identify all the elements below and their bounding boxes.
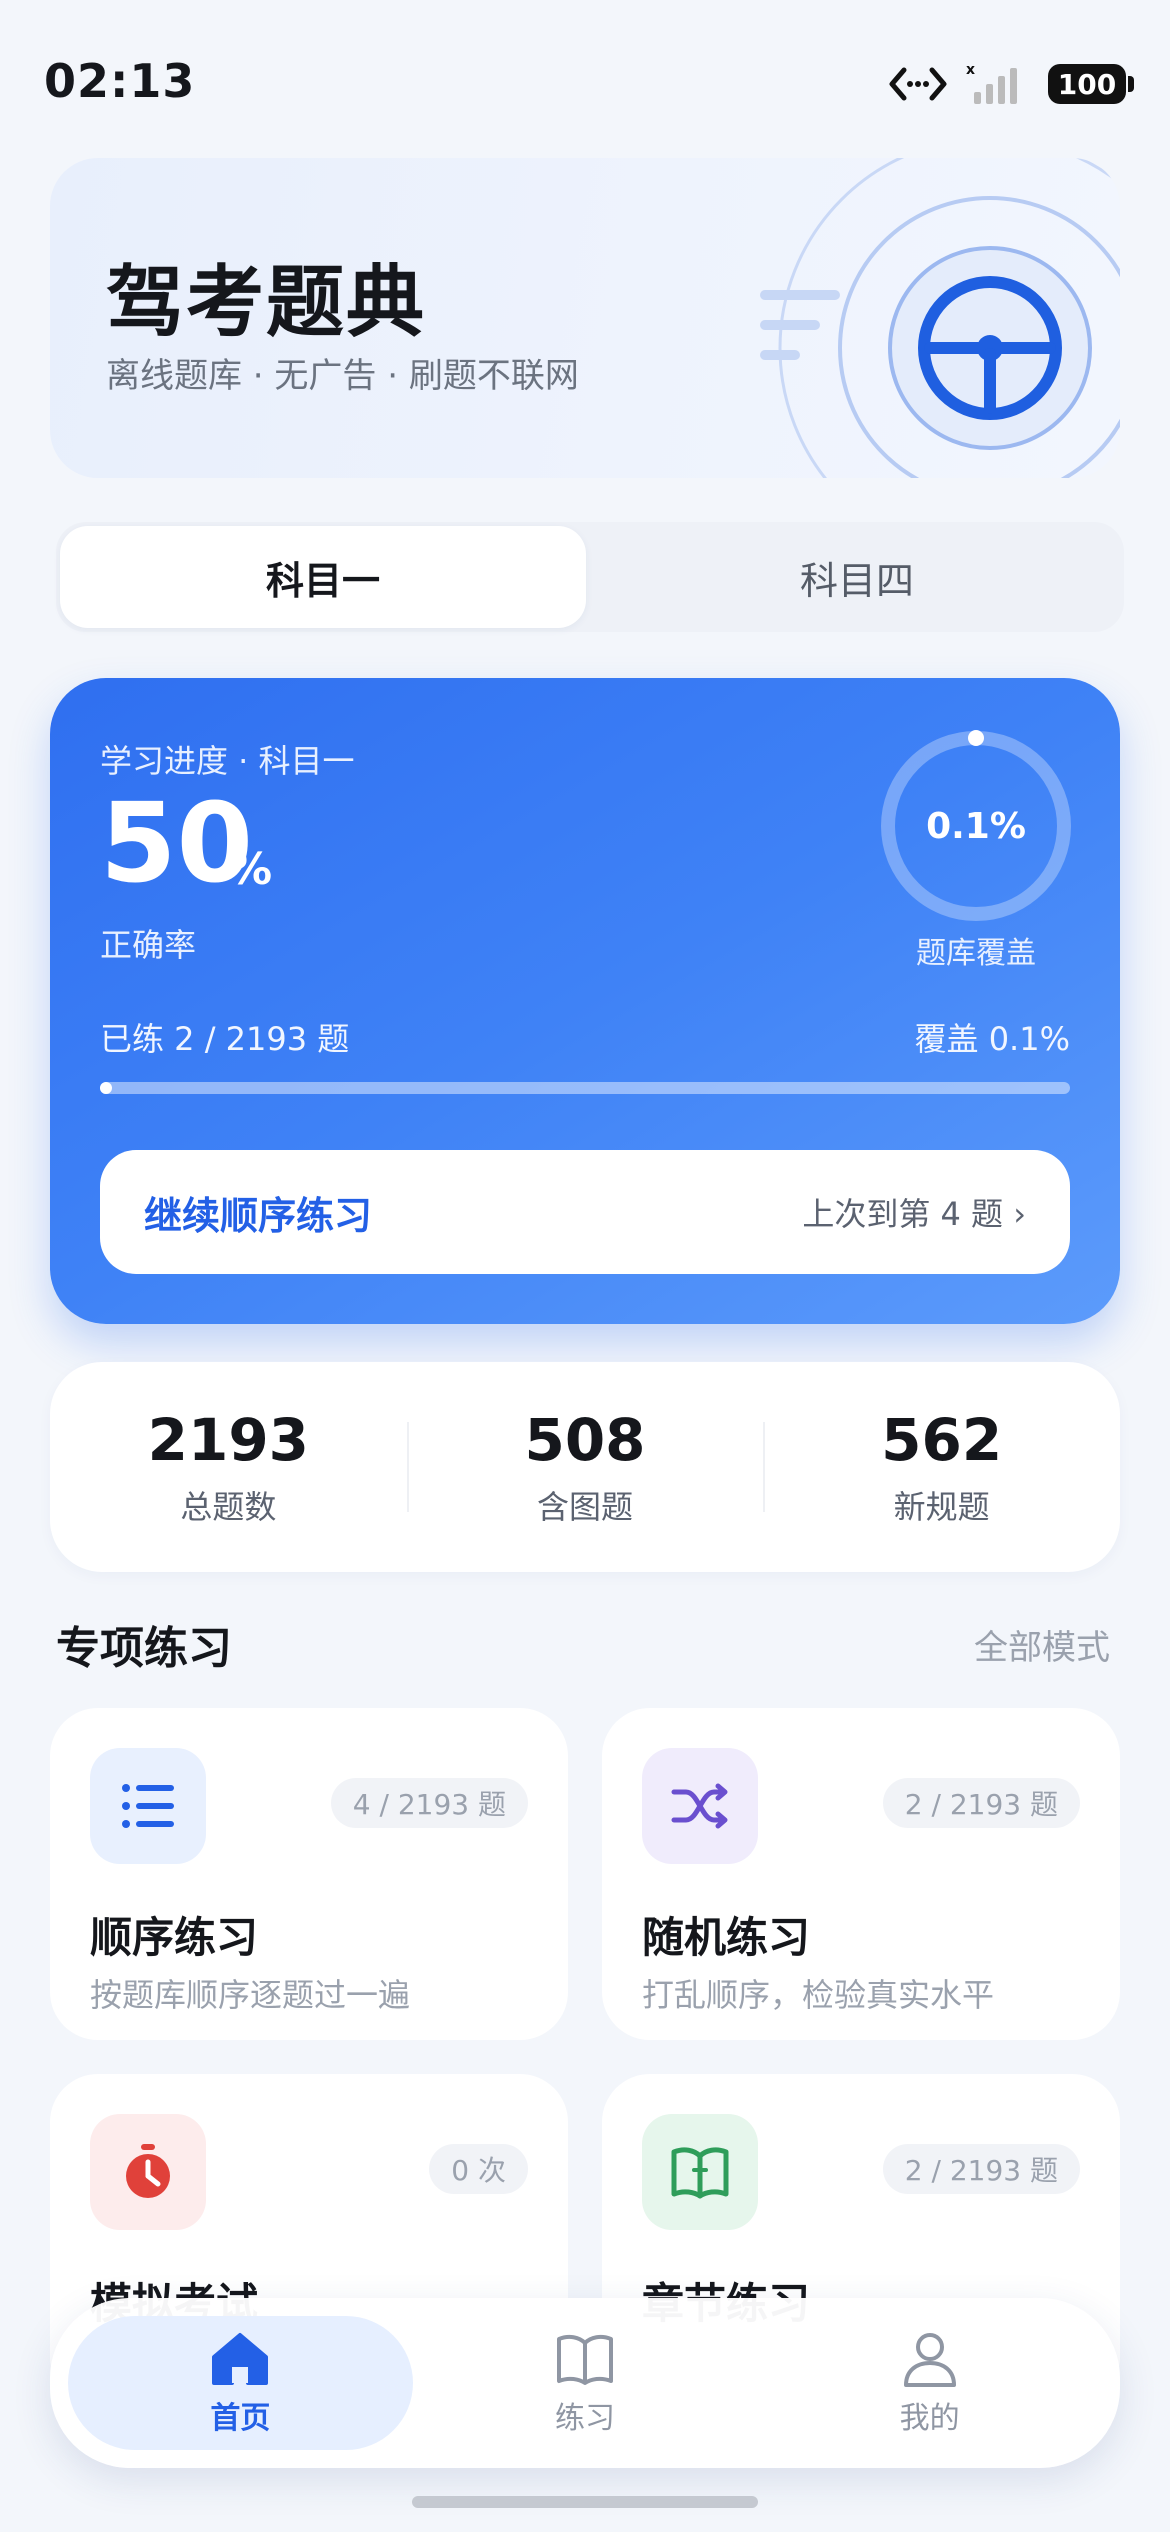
status-icons: x 100 <box>888 62 1134 106</box>
battery-level: 100 <box>1057 67 1117 101</box>
last-position: 上次到第 4 题 › <box>802 1195 1026 1233</box>
app-subtitle: 离线题库 · 无广告 · 刷题不联网 <box>106 356 579 396</box>
nav-home[interactable]: 首页 <box>68 2316 413 2450</box>
list-icon <box>90 1748 206 1864</box>
card-badge: 4 / 2193 题 <box>330 1778 528 1828</box>
app-title: 驾考题典 <box>106 258 427 348</box>
card-desc: 打乱顺序，检验真实水平 <box>642 1976 995 2014</box>
card-desc: 按题库顺序逐题过一遍 <box>90 1976 411 2014</box>
stat-label: 含图题 <box>537 1488 634 1526</box>
progress-bar <box>100 1082 1070 1094</box>
stat-new-rules: 562 新规题 <box>763 1362 1120 1572</box>
subject-tabs: 科目一 科目四 <box>56 522 1124 632</box>
cellular-signal-icon: x <box>966 62 1017 104</box>
accuracy-unit: % <box>228 844 273 895</box>
nav-profile[interactable]: 我的 <box>757 2316 1102 2450</box>
continue-practice-button[interactable]: 继续顺序练习 上次到第 4 题 › <box>100 1150 1070 1274</box>
card-sequential-practice[interactable]: 4 / 2193 题 顺序练习 按题库顺序逐题过一遍 <box>50 1708 568 2040</box>
nav-label: 练习 <box>555 2401 615 2436</box>
stat-value: 508 <box>524 1406 646 1474</box>
status-bar: 02:13 x 100 <box>0 0 1170 160</box>
stat-value: 562 <box>881 1406 1003 1474</box>
coverage-label: 题库覆盖 <box>916 936 1036 971</box>
book-open-icon <box>557 2334 613 2385</box>
practiced-count: 已练 2 / 2193 题 <box>100 1020 350 1058</box>
stopwatch-icon <box>90 2114 206 2230</box>
stat-label: 总题数 <box>180 1488 277 1526</box>
shuffle-icon <box>642 1748 758 1864</box>
accuracy-label: 正确率 <box>100 926 197 964</box>
progress-label: 学习进度 · 科目一 <box>100 742 355 780</box>
nav-label: 我的 <box>899 2401 960 2436</box>
all-modes-link[interactable]: 全部模式 <box>974 1620 1110 1669</box>
tab-subject-four[interactable]: 科目四 <box>594 526 1120 628</box>
section-title: 专项练习 <box>56 1623 232 1674</box>
user-icon <box>903 2333 956 2387</box>
hero-banner: 驾考题典 离线题库 · 无广告 · 刷题不联网 <box>50 158 1120 478</box>
nav-practice[interactable]: 练习 <box>413 2316 758 2450</box>
home-icon <box>212 2333 269 2385</box>
data-transfer-icon <box>889 67 947 101</box>
card-title: 随机练习 <box>642 1913 811 1962</box>
coverage-value: 0.1% <box>926 805 1026 847</box>
card-random-practice[interactable]: 2 / 2193 题 随机练习 打乱顺序，检验真实水平 <box>602 1708 1120 2040</box>
stats-panel: 2193 总题数 508 含图题 562 新规题 <box>50 1362 1120 1572</box>
stat-total: 2193 总题数 <box>50 1362 407 1572</box>
continue-label: 继续顺序练习 <box>144 1193 373 1238</box>
nav-label: 首页 <box>210 2401 271 2436</box>
steering-wheel-icon <box>760 158 1120 478</box>
card-title: 顺序练习 <box>90 1913 259 1962</box>
progress-bar-fill <box>100 1082 112 1094</box>
stat-image-questions: 508 含图题 <box>406 1362 764 1572</box>
tab-subject-one[interactable]: 科目一 <box>60 526 586 628</box>
stat-label: 新规题 <box>893 1488 990 1526</box>
home-indicator[interactable] <box>412 2496 758 2508</box>
stat-value: 2193 <box>147 1406 310 1474</box>
card-badge: 2 / 2193 题 <box>882 1778 1080 1828</box>
card-badge: 0 次 <box>429 2144 528 2194</box>
svg-text:x: x <box>966 62 975 78</box>
status-time: 02:13 <box>44 54 196 108</box>
bottom-nav: 首页 练习 我的 <box>50 2298 1120 2468</box>
coverage-text: 覆盖 0.1% <box>914 1020 1070 1058</box>
book-icon <box>642 2114 758 2230</box>
progress-card: 学习进度 · 科目一 50 % 正确率 0.1% 题库覆盖 已练 2 / 219… <box>50 678 1120 1324</box>
card-badge: 2 / 2193 题 <box>882 2144 1080 2194</box>
battery-icon: 100 <box>1048 64 1134 104</box>
